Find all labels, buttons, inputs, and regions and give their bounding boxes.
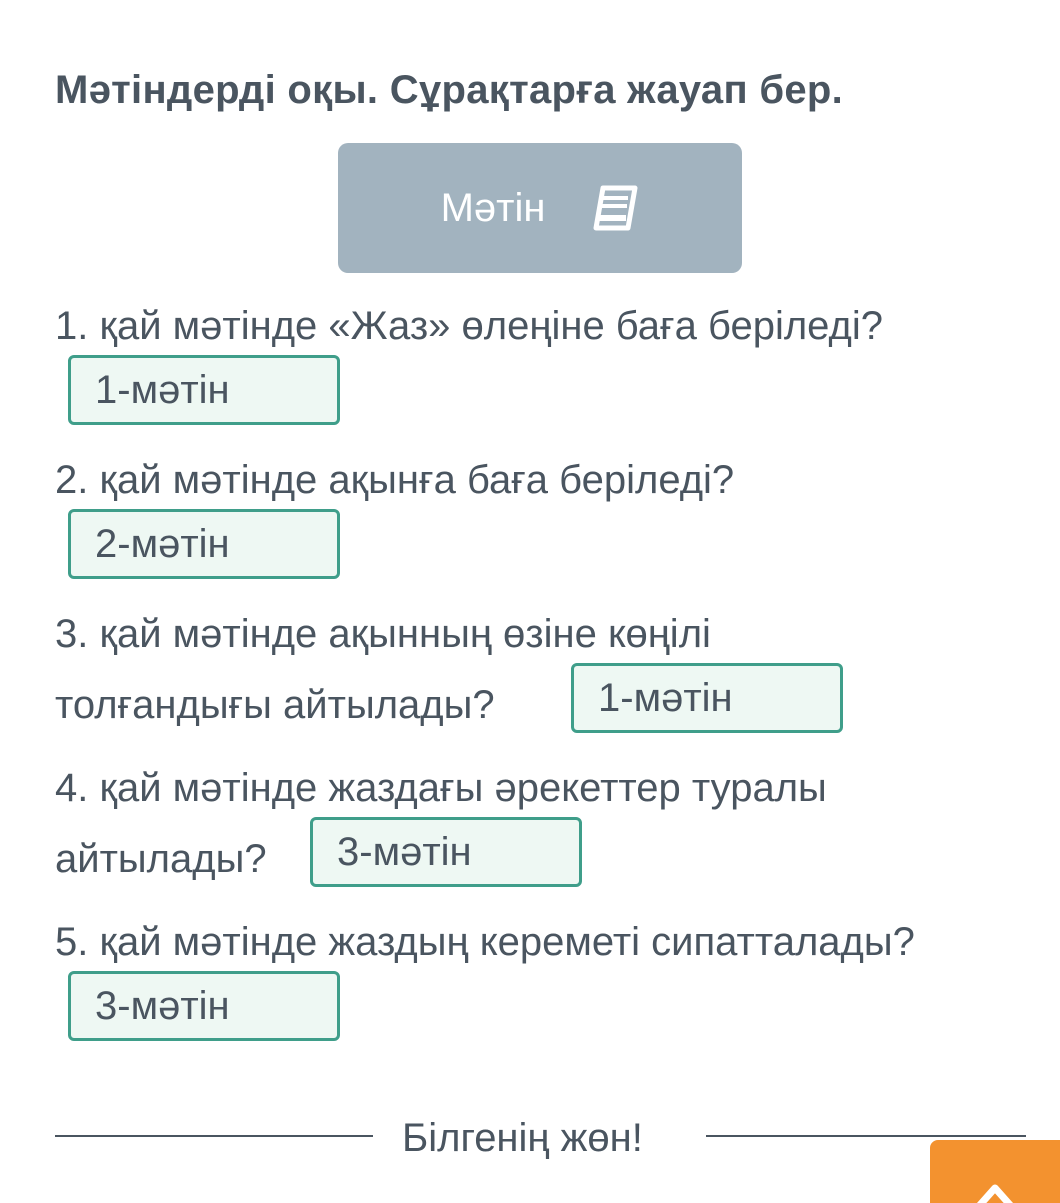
- footer-heading: Білгенің жөн!: [402, 1116, 643, 1160]
- footer-divider-right: [706, 1135, 1026, 1137]
- book-icon: [593, 185, 638, 231]
- answer-1-dropzone[interactable]: 1-мәтін: [68, 355, 340, 425]
- question-3-text-line-2: толғандығы айтылады?: [55, 683, 495, 727]
- answer-3-dropzone[interactable]: 1-мәтін: [571, 663, 843, 733]
- scroll-up-button[interactable]: [930, 1140, 1060, 1203]
- footer-divider-left: [55, 1135, 373, 1137]
- page-title: Мәтіндерді оқы. Сұрақтарға жауап бер.: [55, 68, 844, 112]
- text-button-label: Мәтін: [440, 185, 546, 230]
- answer-5-dropzone[interactable]: 3-мәтін: [68, 971, 340, 1041]
- question-3-text-line-1: 3. қай мәтінде ақынның өзіне көңілі: [55, 612, 711, 656]
- question-4-text-line-1: 4. қай мәтінде жаздағы әрекеттер туралы: [55, 766, 827, 810]
- question-4-text-line-2: айтылады?: [55, 837, 267, 881]
- chevron-up-icon: [976, 1184, 1014, 1203]
- answer-4-dropzone[interactable]: 3-мәтін: [310, 817, 582, 887]
- question-2-text: 2. қай мәтінде ақынға баға беріледі?: [55, 458, 735, 502]
- question-5-text: 5. қай мәтінде жаздың кереметі сипаттала…: [55, 920, 915, 964]
- text-button[interactable]: Мәтін: [338, 143, 742, 273]
- question-1-text: 1. қай мәтінде «Жаз» өлеңіне баға беріле…: [55, 304, 884, 348]
- answer-2-dropzone[interactable]: 2-мәтін: [68, 509, 340, 579]
